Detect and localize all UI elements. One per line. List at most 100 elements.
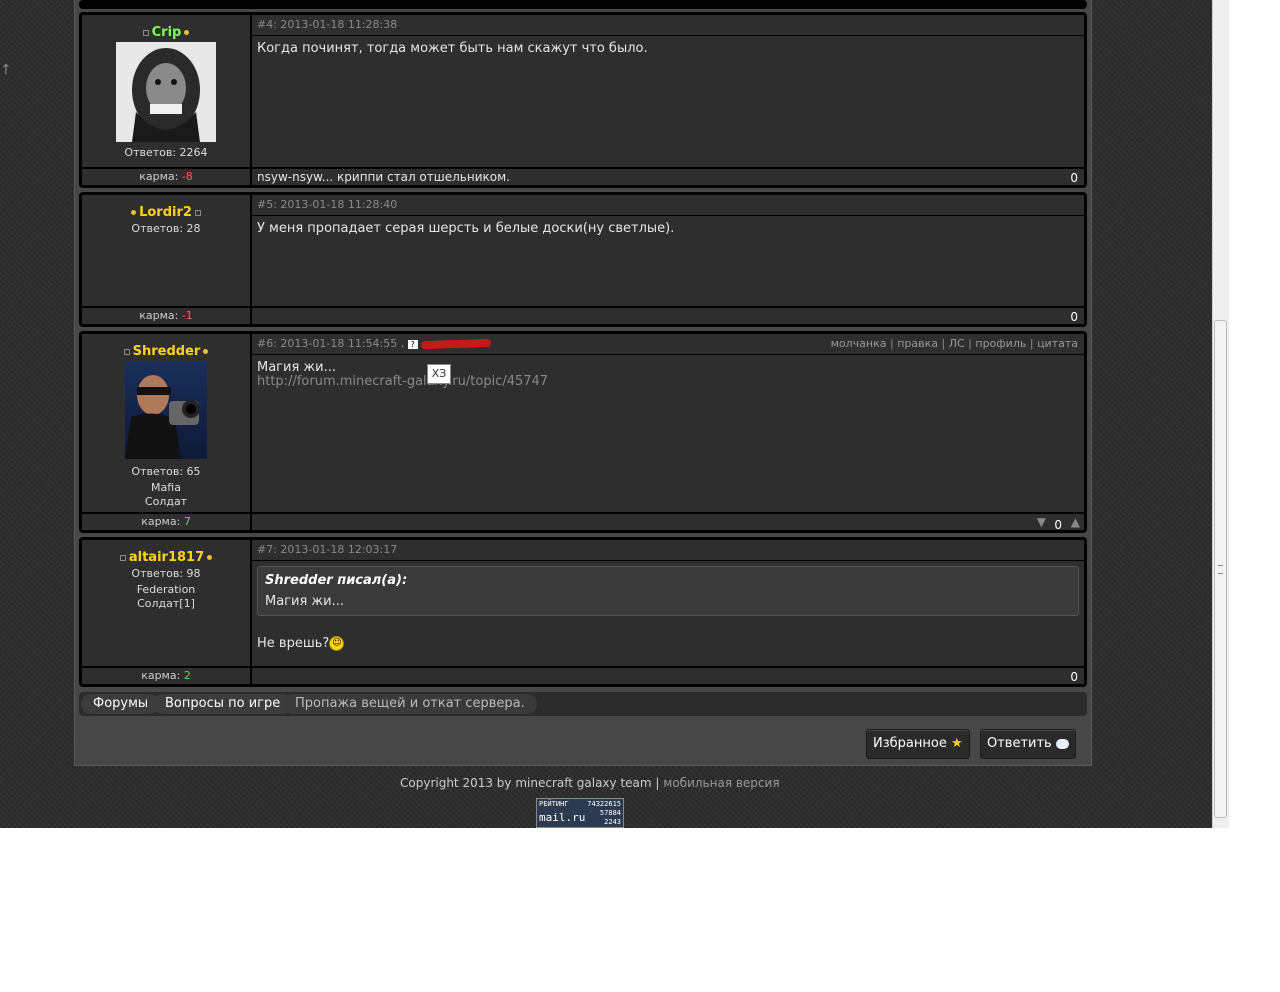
post-timestamp: 2013-01-18 12:03:17 xyxy=(280,543,398,556)
post-number[interactable]: #4 xyxy=(257,18,273,31)
post-header: #5: 2013-01-18 11:28:40 xyxy=(252,195,1084,216)
action-mute[interactable]: молчанка xyxy=(831,337,887,350)
post-timestamp: 2013-01-18 11:28:40 xyxy=(280,198,398,211)
author-name[interactable]: Shredder xyxy=(133,344,201,359)
online-indicator-icon xyxy=(207,555,213,560)
post-6: Shredder Ответов: 65 Mafia Солдат #6: 20… xyxy=(79,331,1087,533)
action-profile[interactable]: профиль xyxy=(975,337,1026,350)
action-pm[interactable]: ЛС xyxy=(949,337,965,350)
replies-count: Ответов: 65 xyxy=(131,465,201,478)
edit-icon: ? xyxy=(407,339,418,349)
scroll-up-arrow-icon[interactable]: ↑ xyxy=(0,62,12,78)
avatar[interactable] xyxy=(116,42,216,142)
karma-value: -8 xyxy=(181,170,193,183)
thumbs-up-icon[interactable]: ▲ xyxy=(1071,514,1080,530)
karma-box: карма: -8 xyxy=(82,169,250,185)
redacted-scribble xyxy=(421,338,492,350)
rating-bar: ▼ 0 ▲ xyxy=(252,514,1084,532)
previous-post-fragment xyxy=(79,0,1087,9)
mailru-counter-badge[interactable]: РЕЙТИНГ mail.ru 74322615 57884 2243 xyxy=(536,798,624,828)
post-author-panel: Lordir2 Ответов: 28 xyxy=(82,195,250,306)
smiley-icon: ☺ xyxy=(329,636,345,651)
replies-count: Ответов: 98 xyxy=(131,567,201,580)
action-edit[interactable]: правка xyxy=(897,337,938,350)
post-score: 0 xyxy=(1054,518,1062,532)
mobile-version-link[interactable]: мобильная версия xyxy=(663,776,779,790)
favorites-button[interactable]: Избранное ★ xyxy=(866,729,970,759)
action-quote[interactable]: цитата xyxy=(1037,337,1078,350)
scrollbar-thumb[interactable] xyxy=(1214,320,1227,818)
karma-label: карма: xyxy=(141,515,181,528)
karma-box: карма: -1 xyxy=(82,308,250,324)
post-actions: молчанка | правка | ЛС | профиль | цитат… xyxy=(830,337,1078,350)
post-5: Lordir2 Ответов: 28 #5: 2013-01-18 11:28… xyxy=(79,192,1087,327)
post-text: Магия жи... xyxy=(257,360,336,375)
speech-bubble-icon xyxy=(1055,738,1069,749)
breadcrumb-game-questions[interactable]: Вопросы по игре xyxy=(153,694,293,714)
karma-box: карма: 2 xyxy=(82,668,250,684)
karma-value: 2 xyxy=(183,669,191,682)
user-rank: Солдат[1] xyxy=(137,597,195,610)
breadcrumb-current-topic: Пропажа вещей и откат сервера. xyxy=(283,694,537,714)
online-indicator-icon xyxy=(184,30,190,35)
post-number[interactable]: #7 xyxy=(257,543,273,556)
karma-label: карма: xyxy=(139,309,179,322)
post-author-panel: altair1817 Ответов: 98 Federation Солдат… xyxy=(82,540,250,666)
copyright-text: Copyright 2013 by minecraft galaxy team xyxy=(400,776,652,790)
footer: Copyright 2013 by minecraft galaxy team … xyxy=(400,776,780,790)
online-indicator-icon xyxy=(203,349,209,354)
counter-label: РЕЙТИНГ xyxy=(539,800,569,808)
rating-bar: nsyw-nsyw... криппи стал отшельником. 0 xyxy=(252,169,1084,185)
counter-value-2: 57884 xyxy=(599,809,621,817)
offline-indicator-icon xyxy=(123,348,130,355)
author-name[interactable]: Lordir2 xyxy=(139,205,192,220)
post-text: Когда починят, тогда может быть нам скаж… xyxy=(257,41,648,56)
post-body: #5: 2013-01-18 11:28:40 У меня пропадает… xyxy=(252,195,1084,306)
breadcrumb: Форумы Вопросы по игре Пропажа вещей и о… xyxy=(79,692,1087,716)
post-link[interactable]: http://forum.minecraft-galaxy.ru/topic/4… xyxy=(252,375,1084,389)
karma-box: карма: 7 xyxy=(82,514,250,530)
offline-indicator-icon xyxy=(194,209,201,216)
quote-text: Магия жи... xyxy=(265,594,344,609)
post-author-panel: Shredder Ответов: 65 Mafia Солдат xyxy=(82,334,250,512)
author-name[interactable]: Crip xyxy=(152,25,182,40)
counter-value-1: 74322615 xyxy=(587,800,621,808)
post-body: #7: 2013-01-18 12:03:17 Shredder писал(а… xyxy=(252,540,1084,666)
star-icon: ★ xyxy=(950,736,963,751)
scrollbar-grip-icon xyxy=(1218,565,1223,574)
post-body: #4: 2013-01-18 11:28:38 Когда починят, т… xyxy=(252,15,1084,167)
offline-indicator-icon xyxy=(142,29,149,36)
counter-value-3: 2243 xyxy=(604,818,621,826)
thumbs-down-icon[interactable]: ▼ xyxy=(1037,514,1046,530)
rating-bar: 0 xyxy=(252,668,1084,684)
favorites-label: Избранное xyxy=(873,736,947,751)
counter-brand: mail.ru xyxy=(539,811,586,824)
post-header: #7: 2013-01-18 12:03:17 xyxy=(252,540,1084,561)
replies-count: Ответов: 28 xyxy=(131,222,201,235)
karma-value: -1 xyxy=(181,309,193,322)
post-4: Crip Ответов: 2264 #4: 2013-01-18 11:28:… xyxy=(79,12,1087,188)
post-score: 0 xyxy=(1070,310,1078,324)
quote-block: Shredder писал(а): Магия жи... xyxy=(257,566,1079,616)
quote-title: Shredder писал(а): xyxy=(265,573,408,588)
post-timestamp: 2013-01-18 11:28:38 xyxy=(280,18,398,31)
post-7: altair1817 Ответов: 98 Federation Солдат… xyxy=(79,537,1087,687)
clan-name[interactable]: Federation xyxy=(82,583,250,597)
avatar[interactable] xyxy=(125,361,207,459)
rating-bar: 0 xyxy=(252,308,1084,324)
reply-label: Ответить xyxy=(987,736,1052,751)
karma-label: карма: xyxy=(139,170,179,183)
vertical-scrollbar[interactable] xyxy=(1212,0,1229,828)
post-timestamp: 2013-01-18 11:54:55 xyxy=(280,337,398,350)
offline-indicator-icon xyxy=(119,554,126,561)
karma-label: карма: xyxy=(141,669,181,682)
user-rank: Солдат xyxy=(144,495,188,508)
post-body: #6: 2013-01-18 11:54:55 , ? молчанка | п… xyxy=(252,334,1084,512)
karma-value: 7 xyxy=(183,515,191,528)
reply-button[interactable]: Ответить xyxy=(980,729,1076,759)
post-number[interactable]: #6 xyxy=(257,337,273,350)
author-name[interactable]: altair1817 xyxy=(129,550,204,565)
breadcrumb-forums[interactable]: Форумы xyxy=(81,694,161,714)
clan-name[interactable]: Mafia xyxy=(82,481,250,495)
post-number[interactable]: #5 xyxy=(257,198,273,211)
